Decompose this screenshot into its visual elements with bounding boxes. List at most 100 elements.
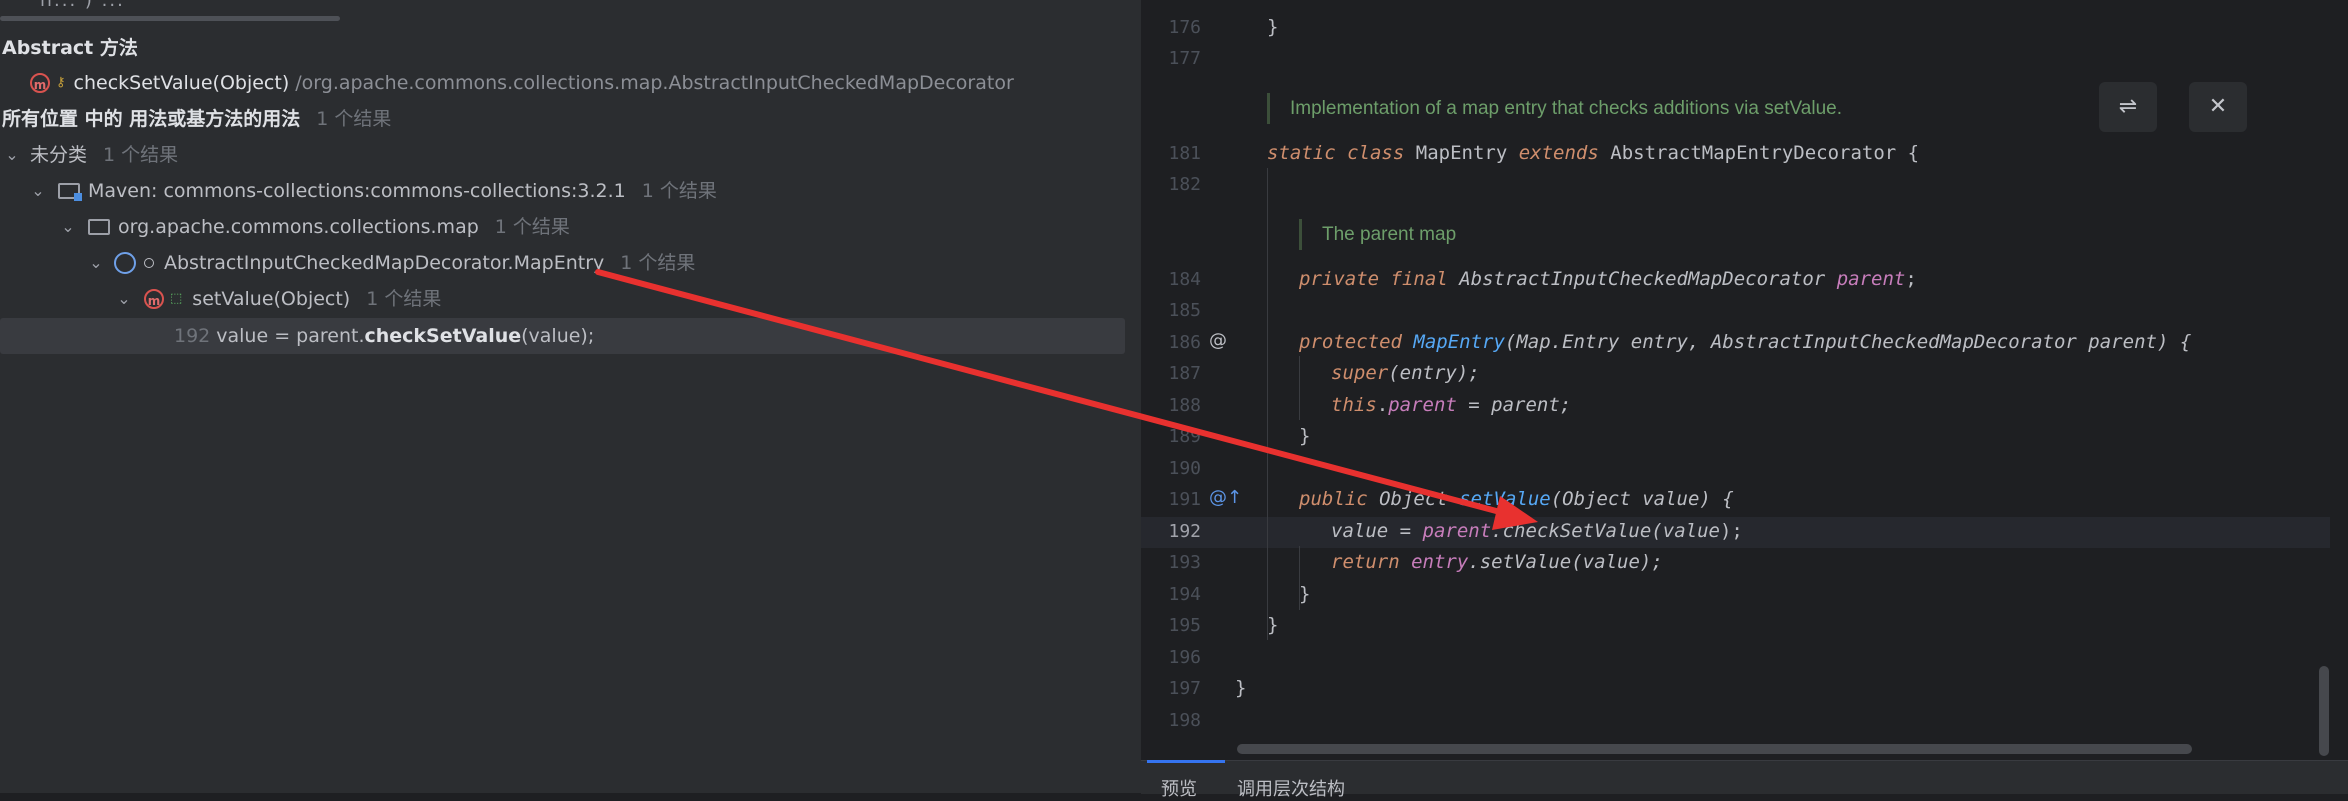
tab-call-hierarchy[interactable]: 调用层次结构	[1237, 775, 1345, 801]
tab-preview[interactable]: 预览	[1147, 760, 1225, 801]
type-name: AbstractInputCheckedMapDecorator	[1459, 268, 1826, 290]
line-number: 188	[1168, 395, 1201, 416]
tree-node-label: org.apache.commons.collections.map	[118, 216, 479, 238]
chevron-down-icon[interactable]: ⌄	[26, 174, 50, 208]
target-method-row[interactable]: m ⚷ checkSetValue(Object) /org.apache.co…	[30, 66, 1014, 100]
line-number: 194	[1168, 584, 1201, 605]
tree-node-count: 1 个结果	[103, 144, 179, 166]
tree-node-label: setValue(Object)	[192, 288, 351, 310]
code-line-193: return entry.setValue(value);	[1331, 547, 1663, 578]
line-number: 185	[1168, 300, 1201, 321]
top-strip: ll... ) ...	[0, 0, 1141, 14]
bottom-tab-bar: 预览 调用层次结构	[1141, 760, 2348, 800]
line-gutter: 176 177 181 182 184 185 186 187 188 189 …	[1141, 0, 1242, 760]
line-number: 177	[1168, 48, 1201, 69]
keyword: protected	[1299, 331, 1402, 353]
chevron-down-icon[interactable]: ⌄	[0, 138, 24, 172]
vertical-scrollbar[interactable]	[2319, 666, 2329, 756]
args: (entry);	[1388, 362, 1480, 384]
usage-code-post: (value);	[521, 325, 595, 347]
code-line-187: super(entry);	[1331, 358, 1480, 389]
tree-node-count: 1 个结果	[641, 180, 717, 202]
class-name: MapEntry	[1415, 142, 1508, 164]
wrap-icon: ⇌	[2118, 94, 2138, 119]
line-number: 189	[1168, 426, 1201, 447]
line-number: 186	[1168, 332, 1201, 353]
field-name: parent	[1836, 268, 1906, 290]
code-line-195: }	[1267, 614, 1279, 636]
horizontal-scrollbar[interactable]	[0, 16, 340, 21]
keyword: final	[1390, 268, 1448, 290]
punct: );	[1719, 520, 1743, 542]
tree-node-maven[interactable]: ⌄ Maven: commons-collections:commons-col…	[26, 174, 717, 208]
line-number: 193	[1168, 552, 1201, 573]
call: .checkSetValue(	[1491, 520, 1663, 542]
chevron-down-icon[interactable]: ⌄	[56, 210, 80, 244]
scope-label: 所有位置 中的 用法或基方法的用法	[2, 108, 301, 130]
indent-guide	[1267, 168, 1268, 640]
horizontal-scrollbar[interactable]	[1237, 744, 2192, 754]
keyword: private	[1299, 268, 1380, 290]
soft-wrap-button[interactable]: ⇌	[2099, 82, 2157, 132]
public-access-icon: ⬚	[170, 291, 183, 306]
line-number-current: 192	[1168, 521, 1201, 542]
keyword: static	[1267, 142, 1336, 164]
tree-node-method[interactable]: ⌄ m ⬚ setValue(Object) 1 个结果	[112, 282, 441, 316]
params: (Object value) {	[1550, 488, 1734, 510]
override-marker-icon[interactable]: @	[1209, 330, 1227, 351]
tree-node-class[interactable]: ⌄ AbstractInputCheckedMapDecorator.MapEn…	[84, 246, 695, 280]
key-icon: ⚷	[56, 75, 66, 90]
keyword: super	[1331, 362, 1389, 384]
code-line-176: }	[1267, 16, 1279, 38]
tree-node-label: 未分类	[30, 144, 88, 166]
keyword: public	[1299, 488, 1368, 510]
line-number: 198	[1168, 710, 1201, 731]
method-name: setValue	[1459, 488, 1551, 510]
tree-node-count: 1 个结果	[620, 252, 696, 274]
constructor-name: MapEntry	[1413, 331, 1505, 353]
tree-node-package[interactable]: ⌄ org.apache.commons.collections.map 1 个…	[56, 210, 570, 244]
line-number: 190	[1168, 458, 1201, 479]
assign: value =	[1331, 520, 1423, 542]
method-icon: m	[144, 289, 164, 309]
code-line-192: value = parent.checkSetValue(value);	[1331, 516, 1743, 547]
tree-node-count: 1 个结果	[494, 216, 570, 238]
punct: {	[1896, 142, 1920, 164]
field-name: entry	[1411, 551, 1469, 573]
chevron-down-icon[interactable]: ⌄	[84, 246, 108, 280]
line-number: 187	[1168, 363, 1201, 384]
code-line-191: public Object setValue(Object value) {	[1299, 484, 1734, 515]
tree-node-uncategorized[interactable]: ⌄ 未分类 1 个结果	[0, 138, 178, 172]
arg: value	[1662, 520, 1720, 542]
method-icon: m	[30, 73, 50, 93]
chevron-down-icon[interactable]: ⌄	[112, 282, 136, 316]
code-line-189: }	[1299, 425, 1311, 447]
doc-comment-field: The parent map	[1299, 219, 1456, 250]
code-line-184: private final AbstractInputCheckedMapDec…	[1299, 264, 1917, 295]
code-line-186: protected MapEntry(Map.Entry entry, Abst…	[1299, 327, 2191, 358]
close-preview-button[interactable]: ✕	[2189, 82, 2247, 132]
package-icon	[88, 219, 110, 235]
field-name: parent	[1422, 520, 1492, 542]
line-number: 191	[1168, 489, 1201, 510]
header-title: Abstract 方法	[2, 37, 138, 59]
tree-node-label: AbstractInputCheckedMapDecorator.MapEntr…	[164, 252, 605, 274]
usage-row[interactable]: 192 value = parent. checkSetValue (value…	[174, 319, 594, 353]
find-usages-panel: ll... ) ... Abstract 方法 m ⚷ checkSetValu…	[0, 0, 1141, 793]
inner-class-icon	[114, 252, 136, 274]
keyword: return	[1331, 551, 1400, 573]
type-name: Object	[1379, 488, 1448, 510]
usage-line-number: 192	[174, 325, 211, 347]
line-number: 182	[1168, 174, 1201, 195]
usage-code-method: checkSetValue	[364, 325, 522, 347]
keyword: this	[1331, 394, 1377, 416]
indent-guide	[1299, 356, 1300, 420]
code-preview-editor[interactable]: 176 177 181 182 184 185 186 187 188 189 …	[1141, 0, 2348, 800]
code-area[interactable]: } Implementation of a map entry that che…	[1235, 0, 2335, 760]
params: (Map.Entry entry, AbstractInputCheckedMa…	[1504, 331, 2192, 353]
keyword: class	[1347, 142, 1405, 164]
line-number: 197	[1168, 678, 1201, 699]
line-number: 184	[1168, 269, 1201, 290]
punct: ;	[1905, 268, 1917, 290]
field-name: parent	[1388, 394, 1457, 416]
